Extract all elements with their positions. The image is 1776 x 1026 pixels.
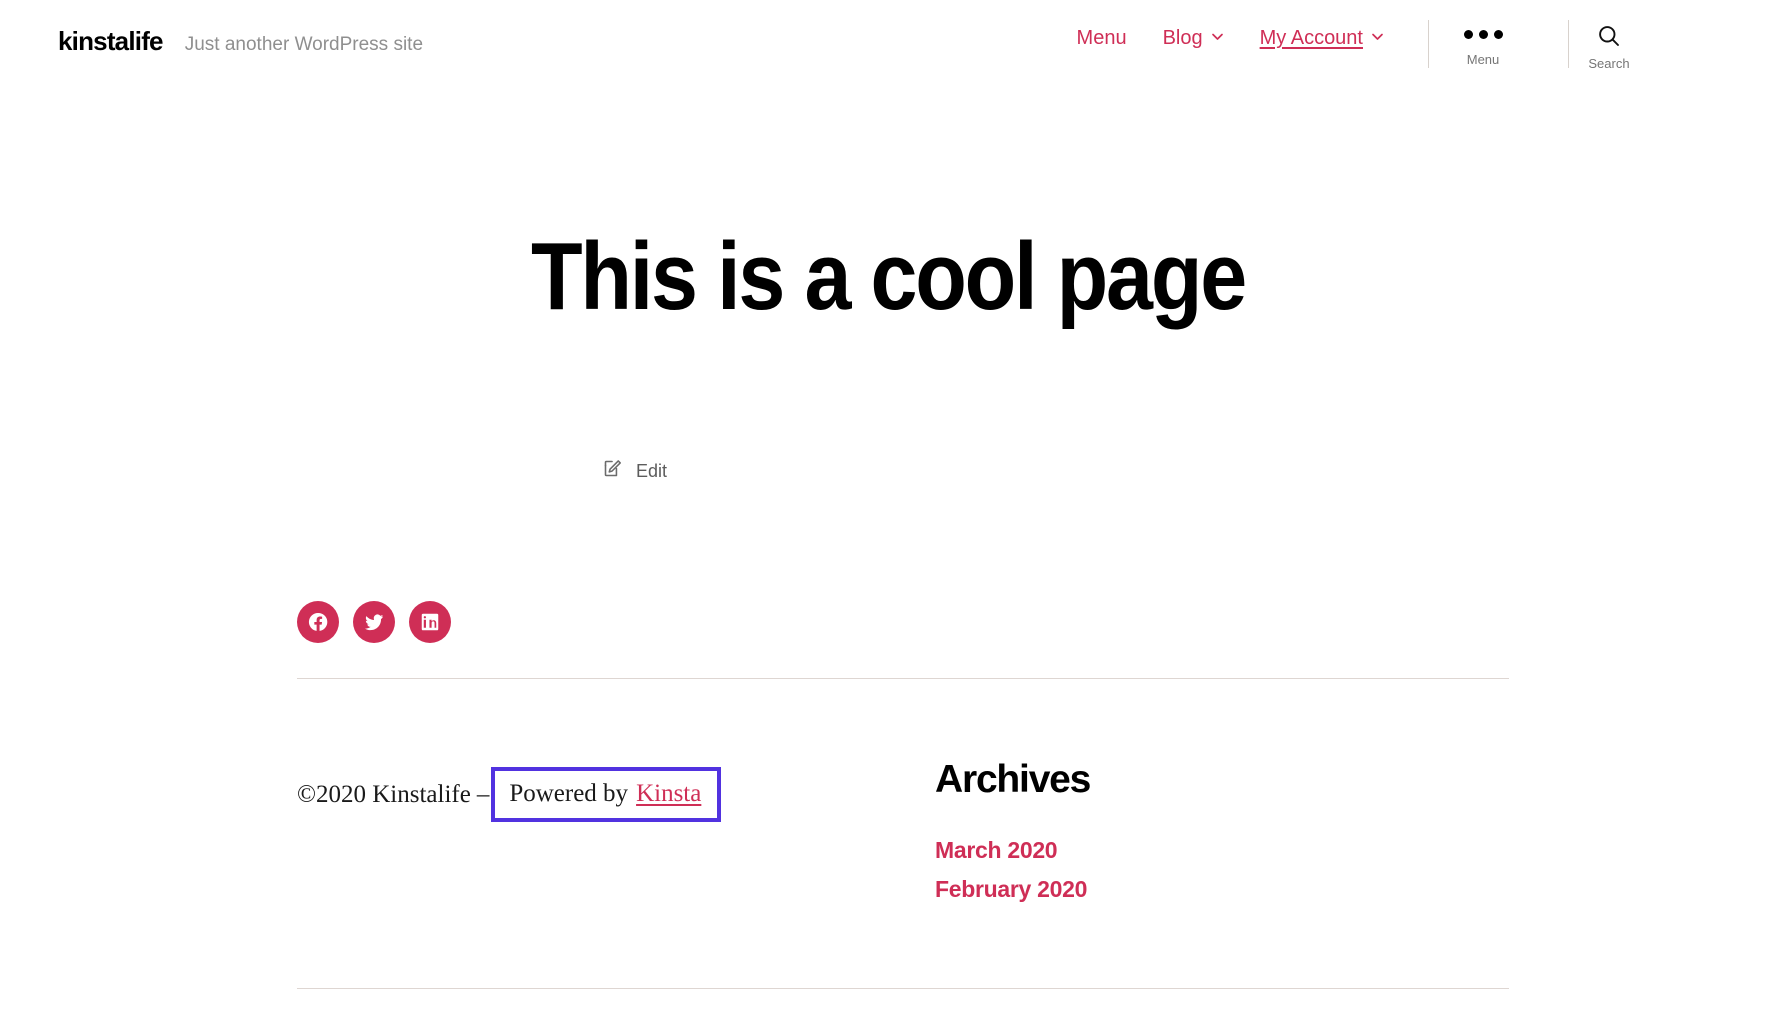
site-footer: ©2020 Kinstalife – Powered by Kinsta Arc… — [297, 760, 1509, 960]
powered-by-highlight-box[interactable]: Powered by Kinsta — [491, 767, 722, 822]
facebook-icon[interactable] — [297, 601, 339, 643]
primary-navigation: Menu Blog My Account — [1077, 28, 1384, 48]
nav-item-my-account[interactable]: My Account — [1260, 28, 1384, 48]
nav-item-blog[interactable]: Blog — [1163, 28, 1224, 48]
site-branding: kinstalife Just another WordPress site — [58, 28, 423, 54]
content-divider-bottom — [297, 988, 1509, 989]
kinsta-link[interactable]: Kinsta — [636, 781, 701, 806]
archive-link-march-2020[interactable]: March 2020 — [935, 837, 1058, 863]
search-icon — [1597, 24, 1621, 48]
edit-link[interactable]: Edit — [602, 458, 667, 484]
archive-link-february-2020[interactable]: February 2020 — [935, 876, 1087, 902]
social-links — [297, 601, 451, 643]
chevron-down-icon — [1371, 30, 1384, 43]
ellipsis-icon — [1463, 24, 1503, 44]
nav-item-my-account-label: My Account — [1259, 27, 1363, 49]
search-toggle-label: Search — [1588, 56, 1630, 71]
site-header: kinstalife Just another WordPress site M… — [0, 0, 1776, 95]
list-item: February 2020 — [935, 876, 1090, 904]
nav-item-blog-label: Blog — [1162, 27, 1203, 49]
page-title: This is a cool page — [530, 223, 1247, 331]
pencil-square-icon — [602, 458, 623, 484]
site-description: Just another WordPress site — [184, 34, 424, 55]
archives-widget-title: Archives — [935, 758, 1091, 801]
edit-link-label: Edit — [636, 461, 668, 481]
colophon: ©2020 Kinstalife – Powered by Kinsta — [297, 767, 722, 822]
twitter-icon[interactable] — [353, 601, 395, 643]
site-title[interactable]: kinstalife — [58, 28, 164, 54]
archives-list: March 2020 February 2020 — [935, 837, 1090, 903]
nav-item-menu-label: Menu — [1076, 27, 1127, 49]
powered-by-text: Powered by — [509, 780, 629, 807]
content-divider-top — [297, 678, 1509, 679]
menu-toggle-button[interactable]: Menu — [1428, 24, 1538, 66]
linkedin-icon[interactable] — [409, 601, 451, 643]
chevron-down-icon — [1211, 30, 1224, 43]
nav-item-menu[interactable]: Menu — [1077, 28, 1127, 48]
menu-toggle-label: Menu — [1466, 52, 1500, 67]
archives-widget: Archives March 2020 February 2020 — [935, 758, 1091, 914]
copyright-text: ©2020 Kinstalife — [297, 781, 471, 808]
list-item: March 2020 — [935, 837, 1090, 865]
search-toggle-button[interactable]: Search — [1554, 24, 1664, 70]
